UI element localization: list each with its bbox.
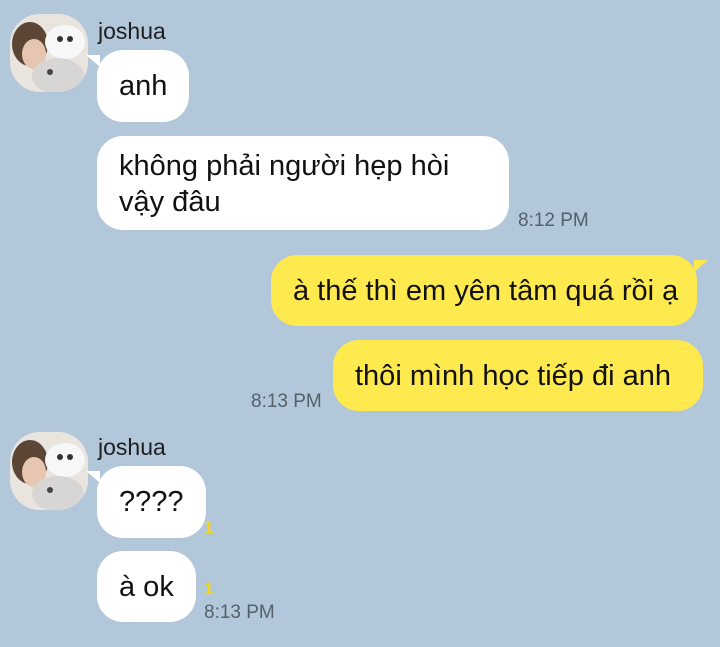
message-bubble[interactable]: à ok [97,551,196,622]
bubble-tail [86,471,100,483]
message-bubble[interactable]: không phải người hẹp hòi vậy đâu [97,136,509,230]
message-timestamp: 8:13 PM [251,391,322,412]
unread-count: 1 [204,518,214,537]
sender-avatar[interactable] [10,14,88,92]
sender-name: joshua [98,18,166,44]
message-bubble[interactable]: ???? [97,466,206,538]
message-bubble[interactable]: à thế thì em yên tâm quá rồi ạ [271,255,697,326]
message-timestamp: 8:13 PM [204,602,275,623]
sender-avatar[interactable] [10,432,88,510]
sender-name: joshua [98,434,166,460]
bubble-tail [86,55,100,67]
message-bubble[interactable]: anh [97,50,190,122]
message-timestamp: 8:12 PM [518,210,589,231]
unread-count: 1 [204,579,214,598]
bubble-tail [694,260,708,272]
message-bubble[interactable]: thôi mình học tiếp đi anh [333,340,703,411]
